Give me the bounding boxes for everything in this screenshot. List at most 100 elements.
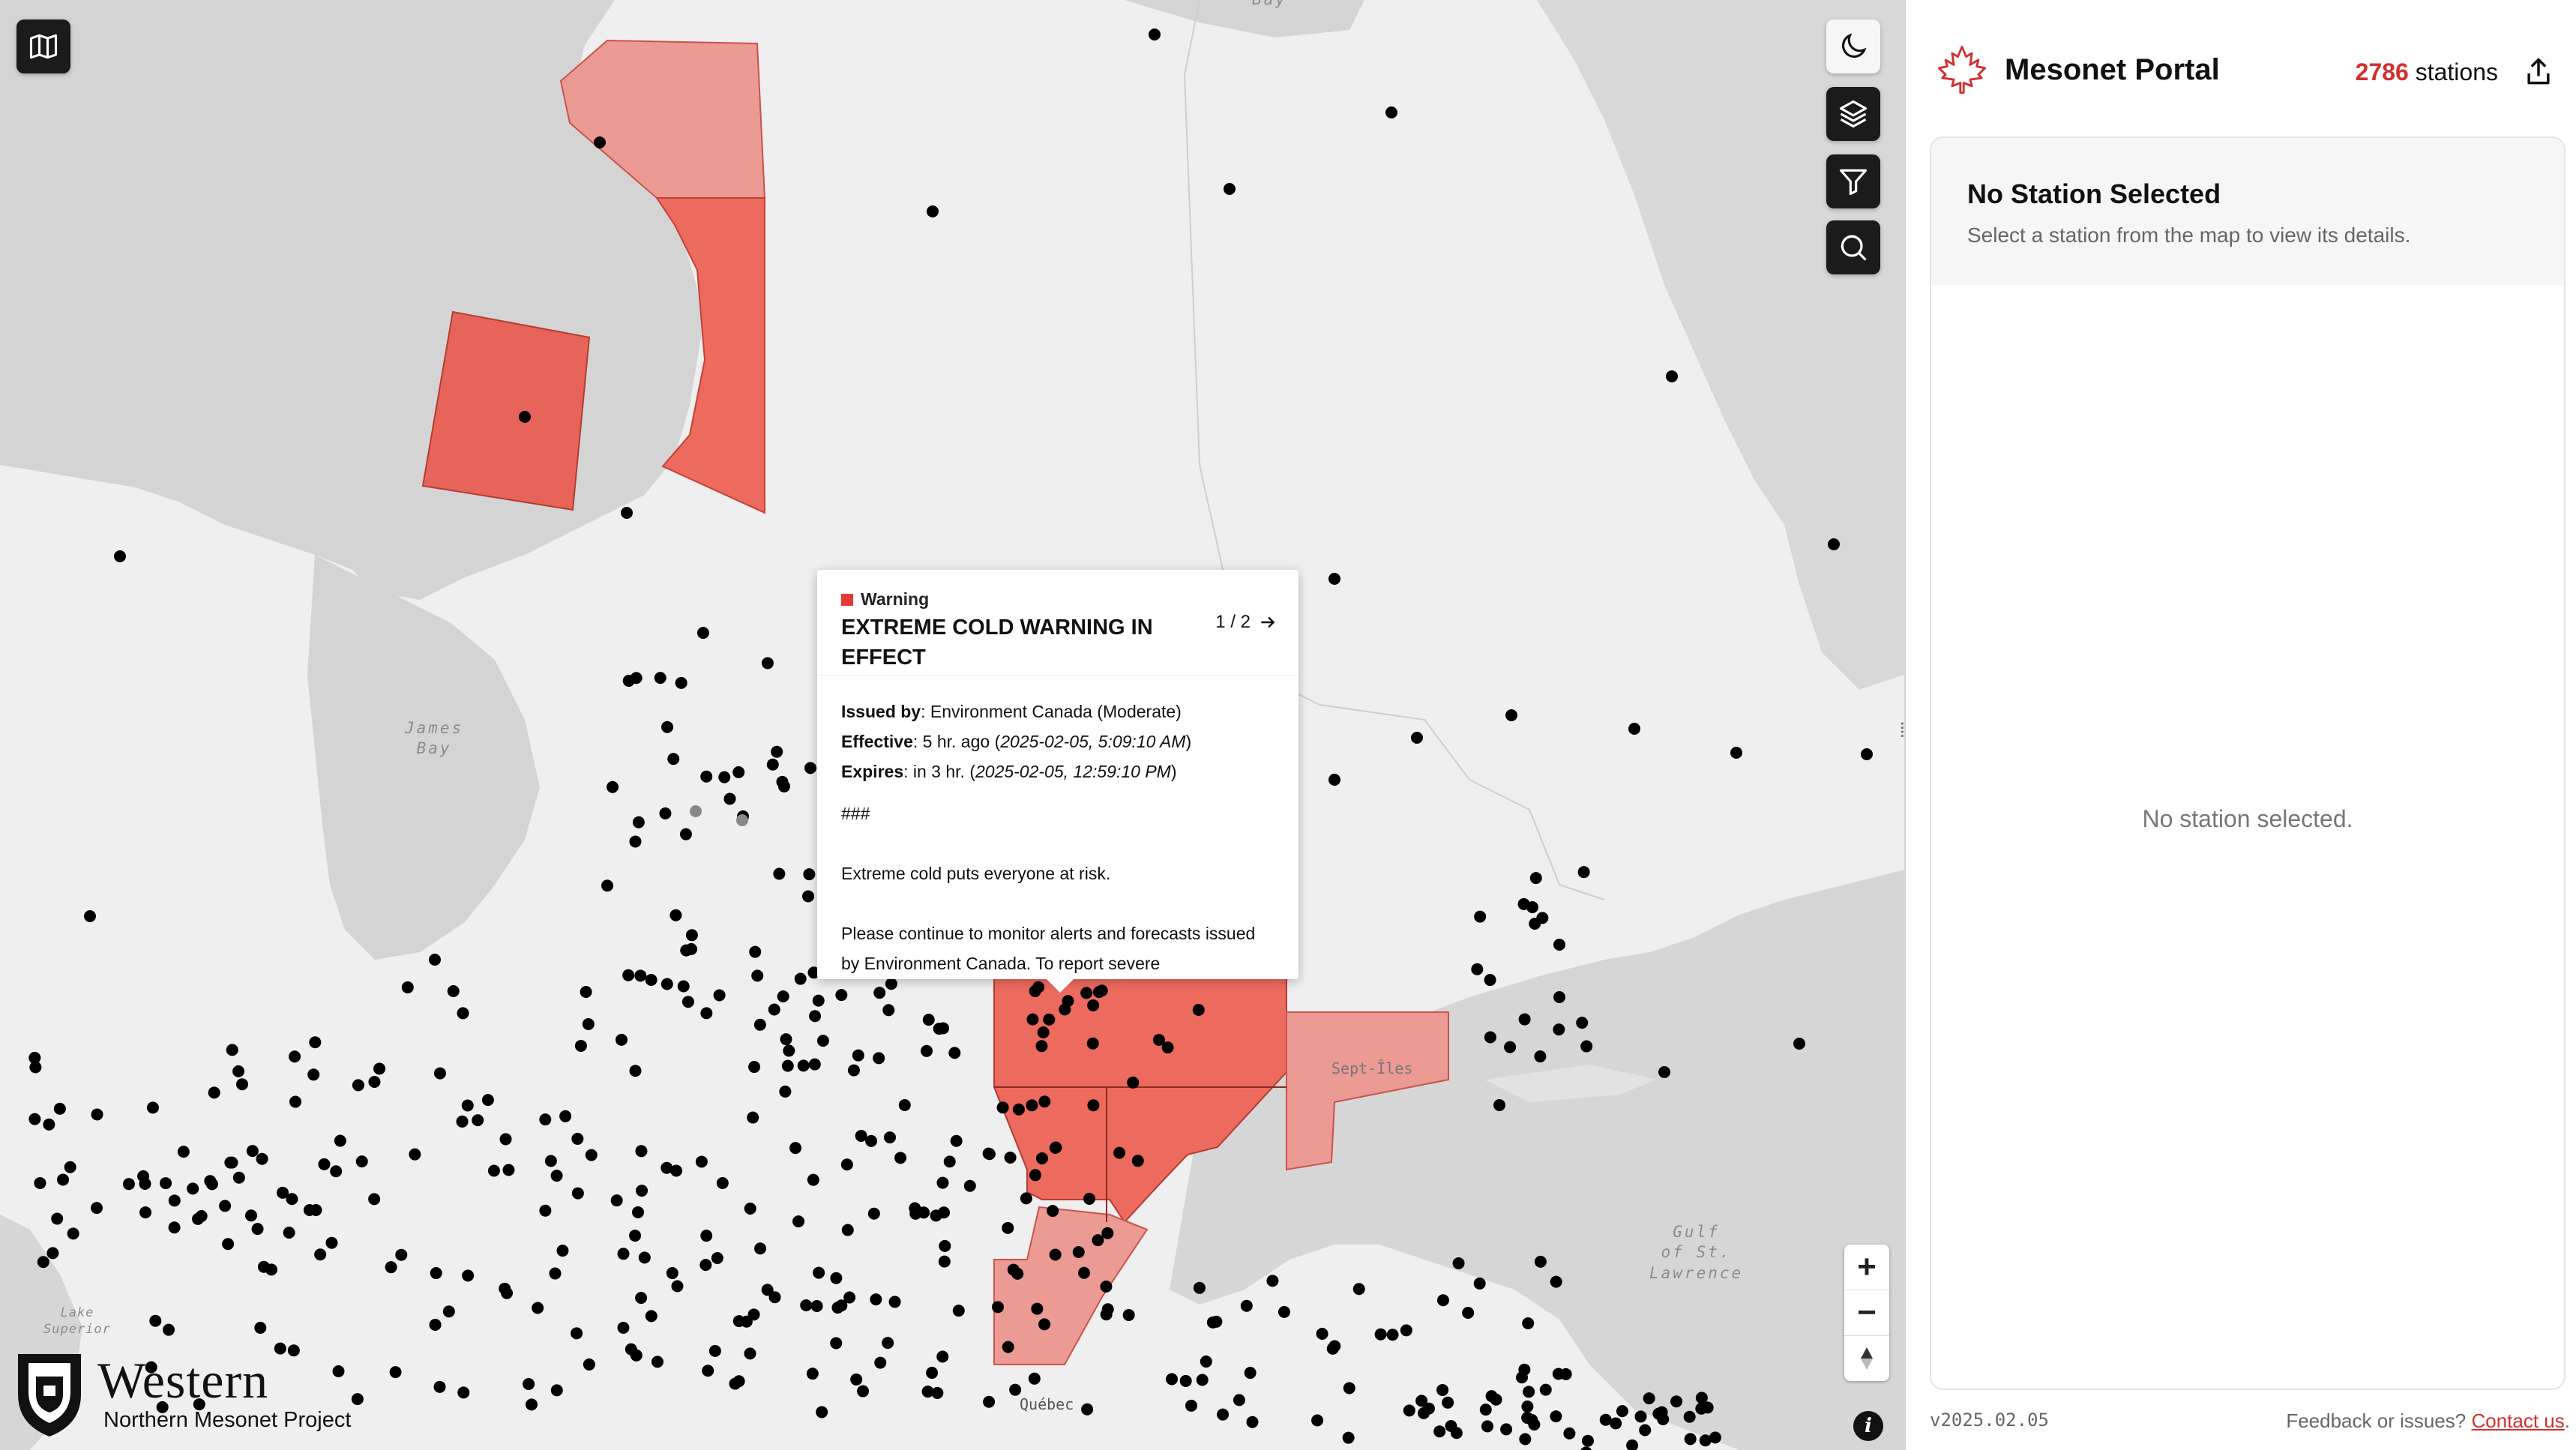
station-marker[interactable] bbox=[226, 1044, 238, 1056]
station-marker[interactable] bbox=[732, 1315, 745, 1328]
station-marker[interactable] bbox=[1122, 1308, 1135, 1321]
station-marker[interactable] bbox=[635, 1145, 648, 1158]
station-marker[interactable] bbox=[1493, 1099, 1505, 1111]
station-marker[interactable] bbox=[1311, 1414, 1324, 1427]
station-marker[interactable] bbox=[1049, 1248, 1062, 1261]
station-marker[interactable] bbox=[718, 771, 731, 783]
station-marker[interactable] bbox=[472, 1114, 484, 1127]
station-marker[interactable] bbox=[146, 1101, 159, 1114]
station-marker[interactable] bbox=[222, 1238, 235, 1251]
station-marker[interactable] bbox=[37, 1256, 49, 1269]
station-marker[interactable] bbox=[835, 989, 848, 1002]
station-marker[interactable] bbox=[368, 1075, 381, 1088]
station-marker[interactable] bbox=[286, 1193, 298, 1206]
station-marker[interactable] bbox=[708, 1344, 721, 1357]
station-marker[interactable] bbox=[1087, 1099, 1100, 1112]
station-marker[interactable] bbox=[532, 1302, 544, 1314]
station-marker[interactable] bbox=[840, 1158, 853, 1171]
station-marker[interactable] bbox=[777, 990, 789, 1003]
station-marker[interactable] bbox=[918, 1206, 930, 1219]
station-marker[interactable] bbox=[810, 1299, 823, 1312]
station-marker[interactable] bbox=[807, 1173, 819, 1186]
station-marker[interactable] bbox=[1100, 1308, 1113, 1321]
station-marker[interactable] bbox=[1246, 1416, 1259, 1428]
station-marker[interactable] bbox=[1386, 1329, 1399, 1341]
station-marker[interactable] bbox=[700, 1007, 713, 1020]
station-marker[interactable] bbox=[501, 1287, 514, 1299]
theme-toggle-button[interactable] bbox=[1826, 19, 1880, 73]
station-marker[interactable] bbox=[571, 1327, 583, 1340]
station-marker[interactable] bbox=[634, 969, 647, 982]
station-marker[interactable] bbox=[1059, 1003, 1071, 1016]
station-marker[interactable] bbox=[499, 1133, 512, 1146]
station-marker[interactable] bbox=[1101, 1227, 1114, 1239]
station-marker[interactable] bbox=[1670, 1395, 1683, 1408]
station-marker[interactable] bbox=[679, 828, 692, 840]
station-marker[interactable] bbox=[1411, 732, 1423, 744]
station-marker[interactable] bbox=[1474, 910, 1487, 923]
station-marker[interactable] bbox=[1081, 1403, 1094, 1416]
station-marker[interactable] bbox=[1179, 1374, 1192, 1387]
station-marker[interactable] bbox=[711, 1251, 723, 1264]
station-marker[interactable] bbox=[429, 1318, 442, 1331]
station-marker[interactable] bbox=[1244, 1367, 1257, 1380]
station-marker[interactable] bbox=[991, 1301, 1004, 1314]
station-marker[interactable] bbox=[938, 1206, 951, 1219]
station-marker[interactable] bbox=[1643, 1392, 1655, 1405]
station-marker[interactable] bbox=[1028, 1372, 1041, 1385]
station-marker[interactable] bbox=[943, 1155, 956, 1168]
station-marker[interactable] bbox=[389, 1366, 402, 1379]
station-marker[interactable] bbox=[114, 550, 126, 562]
station-marker[interactable] bbox=[1026, 1099, 1038, 1112]
station-marker[interactable] bbox=[766, 758, 779, 771]
station-marker[interactable] bbox=[1517, 897, 1530, 910]
station-marker[interactable] bbox=[671, 1280, 684, 1293]
station-marker[interactable] bbox=[1131, 1155, 1144, 1167]
zoom-in-button[interactable]: + bbox=[1844, 1245, 1889, 1290]
station-marker[interactable] bbox=[1861, 748, 1873, 760]
station-marker[interactable] bbox=[1020, 1192, 1032, 1205]
station-marker[interactable] bbox=[1634, 1410, 1647, 1423]
station-marker[interactable] bbox=[1100, 1281, 1113, 1293]
station-marker[interactable] bbox=[950, 1134, 963, 1147]
station-marker[interactable] bbox=[1224, 183, 1236, 195]
station-marker[interactable] bbox=[1433, 1425, 1446, 1438]
station-marker[interactable] bbox=[1083, 1192, 1096, 1205]
station-marker[interactable] bbox=[544, 1155, 557, 1167]
station-marker[interactable] bbox=[191, 1212, 204, 1225]
station-marker[interactable] bbox=[1553, 1023, 1565, 1036]
station-marker[interactable] bbox=[744, 1347, 756, 1360]
station-marker[interactable] bbox=[695, 1155, 708, 1168]
station-marker[interactable] bbox=[681, 996, 694, 1008]
station-marker[interactable] bbox=[983, 1395, 996, 1408]
station-marker[interactable] bbox=[761, 657, 774, 670]
station-marker[interactable] bbox=[1479, 1404, 1492, 1416]
station-marker[interactable] bbox=[1436, 1294, 1449, 1307]
station-marker[interactable] bbox=[1002, 1221, 1014, 1234]
station-marker[interactable] bbox=[677, 980, 690, 993]
station-marker[interactable] bbox=[607, 780, 619, 793]
station-marker[interactable] bbox=[456, 1115, 469, 1128]
station-marker[interactable] bbox=[830, 1337, 843, 1350]
station-marker[interactable] bbox=[1484, 974, 1496, 987]
station-marker[interactable] bbox=[1666, 370, 1678, 382]
station-marker[interactable] bbox=[1519, 1433, 1532, 1446]
station-marker[interactable] bbox=[632, 816, 645, 828]
station-marker[interactable] bbox=[1526, 1413, 1538, 1426]
station-marker[interactable] bbox=[283, 1227, 295, 1239]
station-marker[interactable] bbox=[732, 766, 745, 779]
station-marker[interactable] bbox=[802, 890, 815, 903]
station-marker[interactable] bbox=[51, 1212, 64, 1225]
station-marker[interactable] bbox=[632, 1206, 645, 1218]
station-marker[interactable] bbox=[1149, 28, 1161, 40]
station-marker[interactable] bbox=[368, 1193, 381, 1206]
station-marker[interactable] bbox=[1035, 1040, 1048, 1053]
station-marker[interactable] bbox=[638, 1251, 651, 1264]
station-marker[interactable] bbox=[1450, 1427, 1463, 1440]
station-marker[interactable] bbox=[803, 868, 816, 881]
station-marker[interactable] bbox=[457, 1386, 470, 1399]
station-marker[interactable] bbox=[502, 1164, 515, 1176]
station-marker[interactable] bbox=[401, 981, 414, 993]
station-marker[interactable] bbox=[34, 1176, 46, 1189]
station-marker[interactable] bbox=[1516, 1371, 1529, 1384]
